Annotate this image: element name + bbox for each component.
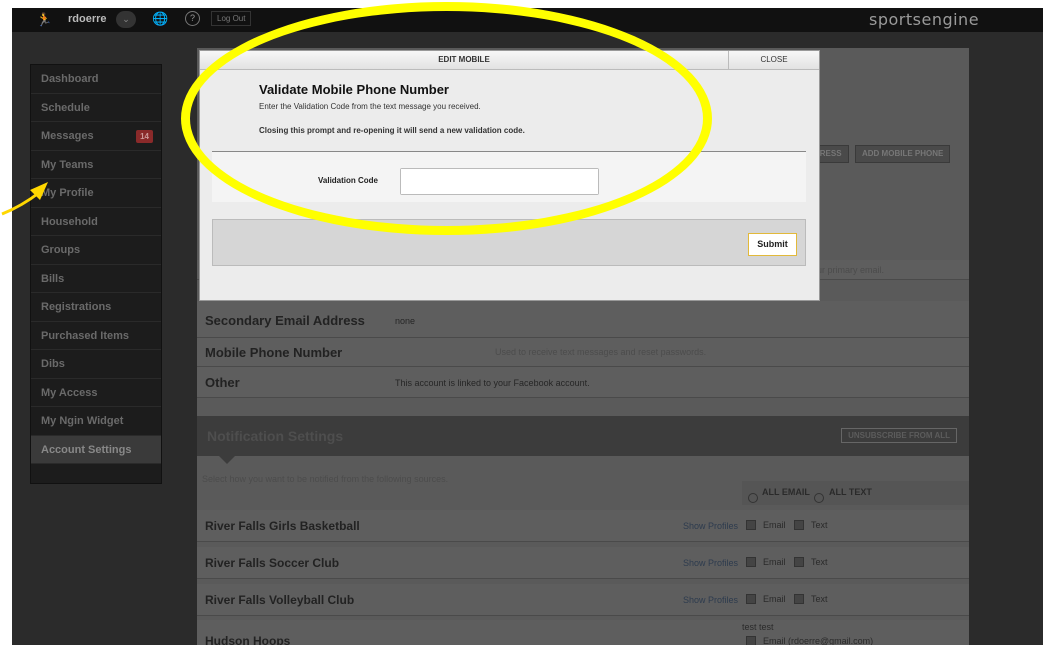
- notification-row: River Falls Volleyball Club Show Profile…: [197, 584, 969, 616]
- email-checkbox[interactable]: [746, 557, 756, 567]
- sidebar-item-bills[interactable]: Bills: [31, 265, 161, 293]
- running-man-icon[interactable]: 🏃: [36, 12, 52, 28]
- sidebar-item-label: Dibs: [41, 358, 65, 370]
- submit-button[interactable]: Submit: [748, 233, 797, 256]
- sidebar-item-label: Dashboard: [41, 73, 99, 85]
- mobile-phone-label: Mobile Phone Number: [205, 345, 343, 360]
- modal-header: EDIT MOBILE CLOSE: [200, 51, 819, 70]
- validate-heading: Validate Mobile Phone Number: [259, 82, 449, 97]
- sidebar-item-purchased-items[interactable]: Purchased Items: [31, 322, 161, 350]
- header-pointer: [219, 456, 235, 464]
- other-row: Other This account is linked to your Fac…: [197, 367, 969, 398]
- sidebar-item-label: My Teams: [41, 158, 94, 171]
- logout-button[interactable]: Log Out: [211, 11, 252, 26]
- sidebar-item-my-access[interactable]: My Access: [31, 379, 161, 407]
- edit-mobile-modal: EDIT MOBILE CLOSE Validate Mobile Phone …: [199, 50, 820, 301]
- email-label: Email: [763, 594, 786, 604]
- sidebar-item-messages[interactable]: Messages 14: [31, 122, 161, 151]
- arrow-pointer-icon: [1, 182, 48, 216]
- email-checkbox[interactable]: [746, 636, 756, 645]
- sidebar-item-my-ngin-widget[interactable]: My Ngin Widget: [31, 407, 161, 436]
- text-checkbox[interactable]: [794, 594, 804, 604]
- source-name: Hudson Hoops: [205, 634, 291, 645]
- notification-settings-header: Notification Settings UNSUBSCRIBE FROM A…: [197, 416, 969, 464]
- sidebar-item-account-settings[interactable]: Account Settings: [31, 435, 161, 464]
- mobile-phone-hint: Used to receive text messages and reset …: [495, 347, 707, 357]
- sidebar-item-label: Account Settings: [41, 443, 132, 456]
- primary-email-hint: our primary email.: [812, 265, 885, 275]
- text-label: Text: [811, 520, 828, 530]
- other-value: This account is linked to your Facebook …: [395, 378, 590, 388]
- source-contact-name: test test: [742, 622, 774, 632]
- notification-intro: Select how you want to be notified from …: [202, 474, 449, 484]
- text-label: Text: [811, 594, 828, 604]
- all-toggles-bar: ALL EMAIL ALL TEXT: [742, 481, 969, 505]
- sidebar: Dashboard Schedule Messages 14 My Teams M…: [30, 64, 162, 484]
- sidebar-item-label: Bills: [41, 272, 65, 285]
- radio-icon: [748, 493, 758, 503]
- email-label: Email: [763, 520, 786, 530]
- globe-icon[interactable]: 🌐: [152, 11, 168, 27]
- mobile-phone-row: Mobile Phone Number Used to receive text…: [197, 338, 969, 367]
- other-label: Other: [205, 375, 240, 390]
- modal-footer: Submit: [212, 219, 806, 266]
- sidebar-item-groups[interactable]: Groups: [31, 236, 161, 265]
- text-label: Text: [811, 557, 828, 567]
- messages-count-badge: 14: [136, 130, 153, 143]
- sidebar-item-dashboard[interactable]: Dashboard: [31, 65, 161, 94]
- all-email-label: ALL EMAIL: [762, 487, 810, 497]
- source-name: River Falls Girls Basketball: [205, 519, 360, 533]
- notification-settings-title: Notification Settings: [207, 428, 344, 444]
- secondary-email-label: Secondary Email Address: [205, 313, 365, 328]
- username[interactable]: rdoerre: [68, 13, 107, 25]
- email-checkbox[interactable]: [746, 594, 756, 604]
- sidebar-item-label: Registrations: [41, 301, 112, 313]
- email-label: Email: [763, 557, 786, 567]
- unsubscribe-all-button[interactable]: UNSUBSCRIBE FROM ALL: [841, 428, 957, 443]
- validate-note: Closing this prompt and re-opening it wi…: [259, 126, 525, 135]
- close-button[interactable]: CLOSE: [728, 51, 819, 70]
- validate-instructions: Enter the Validation Code from the text …: [259, 102, 481, 111]
- secondary-email-row: Secondary Email Address none: [197, 301, 969, 338]
- show-profiles-link[interactable]: Show Profiles: [683, 558, 738, 568]
- sidebar-item-label: My Access: [41, 386, 98, 399]
- sidebar-item-dibs[interactable]: Dibs: [31, 350, 161, 379]
- sidebar-item-label: Purchased Items: [41, 329, 130, 342]
- sidebar-item-label: Groups: [41, 244, 81, 256]
- text-checkbox[interactable]: [794, 520, 804, 530]
- add-mobile-phone-button[interactable]: ADD MOBILE PHONE: [855, 145, 951, 163]
- chevron-down-icon[interactable]: ⌄: [116, 11, 136, 28]
- sidebar-item-label: My Ngin Widget: [41, 415, 124, 427]
- help-icon[interactable]: ?: [185, 11, 200, 26]
- validation-code-label: Validation Code: [318, 176, 379, 185]
- sidebar-item-label: Schedule: [41, 101, 90, 114]
- sportsengine-logo: sportsengine: [869, 10, 980, 29]
- notification-row: Hudson Hoops test test Email (rdoerre@gm…: [197, 620, 969, 645]
- source-name: River Falls Soccer Club: [205, 556, 340, 570]
- email-checkbox[interactable]: [746, 520, 756, 530]
- sidebar-item-registrations[interactable]: Registrations: [31, 293, 161, 322]
- modal-title: EDIT MOBILE: [438, 55, 490, 64]
- sidebar-item-schedule[interactable]: Schedule: [31, 94, 161, 122]
- top-bar: 🏃 rdoerre ⌄ 🌐 ? Log Out sportsengine: [12, 8, 1043, 32]
- source-name: River Falls Volleyball Club: [205, 593, 355, 607]
- secondary-email-value: none: [395, 316, 416, 326]
- text-checkbox[interactable]: [794, 557, 804, 567]
- show-profiles-link[interactable]: Show Profiles: [683, 521, 738, 531]
- all-text-label: ALL TEXT: [829, 487, 872, 497]
- radio-icon: [814, 493, 824, 503]
- validation-code-input[interactable]: [401, 169, 598, 194]
- source-contact-email: Email (rdoerre@gmail.com): [763, 636, 874, 645]
- show-profiles-link[interactable]: Show Profiles: [683, 595, 738, 605]
- notification-row: River Falls Soccer Club Show Profiles Em…: [197, 547, 969, 579]
- modal-body: Validate Mobile Phone Number Enter the V…: [200, 71, 819, 301]
- validation-code-field[interactable]: [400, 168, 599, 195]
- app-screen: 🏃 rdoerre ⌄ 🌐 ? Log Out sportsengine Das…: [12, 8, 1043, 645]
- notification-row: River Falls Girls Basketball Show Profil…: [197, 510, 969, 542]
- sidebar-item-label: Messages: [41, 130, 94, 142]
